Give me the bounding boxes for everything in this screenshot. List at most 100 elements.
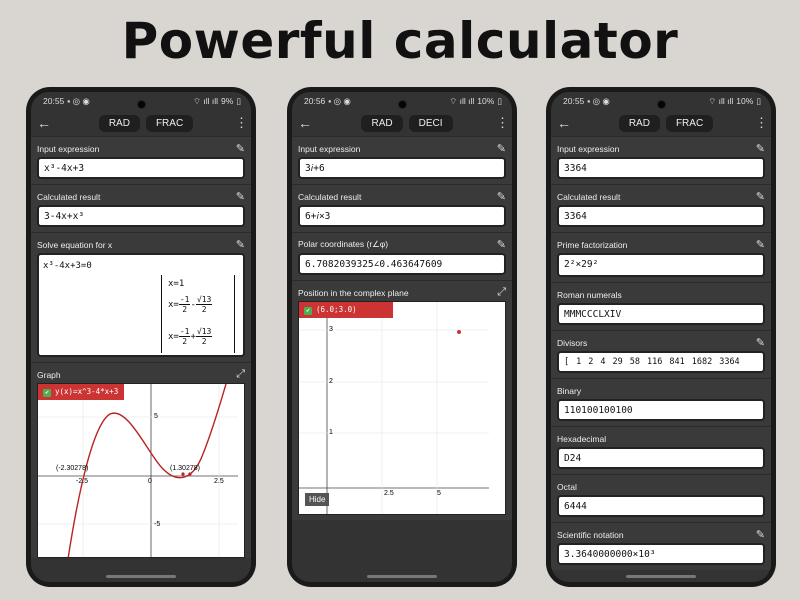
edit-pencil-icon[interactable]: ✎ bbox=[756, 528, 765, 541]
roman-section: Roman numerals MMMCCCLXIV bbox=[551, 282, 771, 330]
battery-icon: ▯ bbox=[497, 95, 502, 106]
divisor: 4 bbox=[600, 357, 606, 367]
rad-button[interactable]: RAD bbox=[361, 114, 403, 132]
section-label: Hexadecimal bbox=[557, 433, 607, 444]
rad-button[interactable]: RAD bbox=[618, 114, 660, 132]
more-menu-icon[interactable]: ⋮ bbox=[235, 115, 248, 131]
prime-field[interactable]: 2²×29² bbox=[557, 253, 765, 277]
result-field[interactable]: 6+𝑖×3 bbox=[298, 205, 506, 227]
divisors-field[interactable]: [ 1 2 4 29 58 116 841 1682 3364 bbox=[557, 351, 765, 373]
point-label: (-2.30278) bbox=[56, 465, 89, 472]
roman-field[interactable]: MMMCCCLXIV bbox=[557, 303, 765, 325]
divisor: 3364 bbox=[719, 357, 740, 367]
rad-button[interactable]: RAD bbox=[98, 114, 140, 132]
notification-icon: ▪ ◎ ◉ bbox=[67, 95, 90, 106]
edit-pencil-icon[interactable]: ✎ bbox=[497, 238, 506, 251]
binary-field[interactable]: 110100100100 bbox=[557, 399, 765, 421]
scientific-field[interactable]: 3.3640000000×10³ bbox=[557, 543, 765, 565]
edit-pencil-icon[interactable]: ✎ bbox=[236, 238, 245, 251]
edit-pencil-icon[interactable]: ✎ bbox=[756, 238, 765, 251]
section-label: Polar coordinates (r∠φ) bbox=[298, 239, 389, 249]
more-menu-icon[interactable]: ⋮ bbox=[755, 115, 768, 131]
divisor: 841 bbox=[669, 357, 685, 367]
camera-notch bbox=[137, 100, 146, 109]
plane-legend[interactable]: ✔ (6.0;3.0) bbox=[299, 302, 393, 318]
result-field[interactable]: 3364 bbox=[557, 205, 765, 227]
status-time: 20:55 bbox=[43, 96, 65, 106]
divisor: 1682 bbox=[691, 357, 713, 367]
input-expression-field[interactable]: 3364 bbox=[557, 157, 765, 179]
input-section: Input expression ✎ 3364 bbox=[551, 136, 771, 184]
section-label: Scientific notation bbox=[557, 529, 624, 540]
result-field[interactable]: 3-4x+x³ bbox=[37, 205, 245, 227]
status-time: 20:55 bbox=[563, 96, 585, 106]
input-expression-field[interactable]: 3𝑖+6 bbox=[298, 157, 506, 179]
checkbox-icon[interactable]: ✔ bbox=[304, 307, 312, 315]
input-section: Input expression ✎ 3𝑖+6 bbox=[292, 136, 512, 184]
fullscreen-icon[interactable]: ⤢ bbox=[497, 286, 506, 299]
section-label: Calculated result bbox=[37, 191, 101, 202]
result-section: Calculated result ✎ 3-4x+x³ bbox=[31, 184, 251, 232]
function-curve bbox=[67, 384, 227, 557]
solution-box[interactable]: x³-4x+3=0 x=1 x= -1 2- √13 2 x= -1 2 + √13 2 bbox=[37, 253, 245, 357]
polar-field[interactable]: 6.7082039325∠0.463647609 bbox=[298, 253, 506, 275]
complex-plane-graph[interactable]: ✔ (6.0;3.0) 3 2 1 2.5 5 Hide bbox=[298, 301, 506, 515]
notification-icon: ▪ ◎ ◉ bbox=[328, 95, 351, 106]
deci-button[interactable]: DECI bbox=[408, 114, 453, 132]
octal-field[interactable]: 6444 bbox=[557, 495, 765, 517]
tick-label: 0 bbox=[148, 478, 152, 485]
section-label: Octal bbox=[557, 481, 577, 492]
app-bar: ← RAD FRAC ⋮ bbox=[551, 110, 771, 136]
plane-canvas bbox=[299, 302, 489, 514]
section-label: Prime factorization bbox=[557, 239, 628, 250]
octal-section: Octal 6444 bbox=[551, 474, 771, 522]
headline: Powerful calculator bbox=[121, 12, 679, 70]
solution-3: x= -1 2 + √13 2 bbox=[168, 327, 213, 346]
edit-pencil-icon[interactable]: ✎ bbox=[497, 190, 506, 203]
tick-label: -5 bbox=[154, 521, 161, 528]
complex-plane-section: Position in the complex plane ⤢ ✔ (6.0;3.0… bbox=[292, 280, 512, 520]
input-expression-field[interactable]: x³-4x+3 bbox=[37, 157, 245, 179]
scientific-section: Scientific notation ✎ 3.3640000000×10³ bbox=[551, 522, 771, 570]
section-label: Position in the complex plane bbox=[298, 287, 409, 298]
edit-pencil-icon[interactable]: ✎ bbox=[756, 190, 765, 203]
tick-label: 2.5 bbox=[384, 490, 394, 497]
more-menu-icon[interactable]: ⋮ bbox=[496, 115, 509, 131]
section-label: Input expression bbox=[37, 143, 100, 154]
divisor: 116 bbox=[647, 357, 663, 367]
graph-section: Graph ⤢ ✔ y(x)=x^3-4*x+3 -2.5 0 2.5 5 -5… bbox=[31, 362, 251, 558]
section-label: Input expression bbox=[557, 143, 620, 154]
bracket-icon: [ bbox=[564, 357, 570, 367]
hide-button[interactable]: Hide bbox=[305, 493, 330, 506]
signal-icon: ⌔ ıll ıll bbox=[708, 95, 734, 106]
result-section: Calculated result ✎ 6+𝑖×3 bbox=[292, 184, 512, 232]
equation-text: x³-4x+3=0 bbox=[43, 261, 92, 271]
graph-legend[interactable]: ✔ y(x)=x^3-4*x+3 bbox=[38, 384, 125, 400]
fullscreen-icon[interactable]: ⤢ bbox=[236, 368, 245, 381]
phone-screen-3: 20:55 ▪ ◎ ◉ ⌔ ıll ıll 10% ▯ ← RAD FRAC ⋮ In… bbox=[546, 87, 776, 587]
home-indicator bbox=[106, 575, 176, 578]
back-arrow-icon[interactable]: ← bbox=[298, 115, 318, 131]
function-graph[interactable]: ✔ y(x)=x^3-4*x+3 -2.5 0 2.5 5 -5 (-2.3027… bbox=[37, 383, 245, 558]
checkbox-icon[interactable]: ✔ bbox=[43, 389, 51, 397]
tick-label: 2.5 bbox=[214, 478, 224, 485]
edit-pencil-icon[interactable]: ✎ bbox=[236, 142, 245, 155]
tick-label: 2 bbox=[329, 378, 333, 385]
app-bar: ← RAD DECI ⋮ bbox=[292, 110, 512, 136]
edit-pencil-icon[interactable]: ✎ bbox=[236, 190, 245, 203]
edit-pencil-icon[interactable]: ✎ bbox=[756, 336, 765, 349]
back-arrow-icon[interactable]: ← bbox=[557, 115, 577, 131]
app-bar: ← RAD FRAC ⋮ bbox=[31, 110, 251, 136]
battery-level: 9% bbox=[221, 96, 234, 106]
binary-section: Binary 110100100100 bbox=[551, 378, 771, 426]
hex-field[interactable]: D24 bbox=[557, 447, 765, 469]
section-label: Graph bbox=[37, 369, 61, 380]
frac-button[interactable]: FRAC bbox=[665, 114, 714, 132]
frac-button[interactable]: FRAC bbox=[145, 114, 194, 132]
signal-icon: ⌔ ıll ıll bbox=[449, 95, 475, 106]
section-label: Solve equation for x bbox=[37, 239, 113, 250]
tick-label: 1 bbox=[329, 429, 333, 436]
edit-pencil-icon[interactable]: ✎ bbox=[756, 142, 765, 155]
edit-pencil-icon[interactable]: ✎ bbox=[497, 142, 506, 155]
back-arrow-icon[interactable]: ← bbox=[37, 115, 57, 131]
